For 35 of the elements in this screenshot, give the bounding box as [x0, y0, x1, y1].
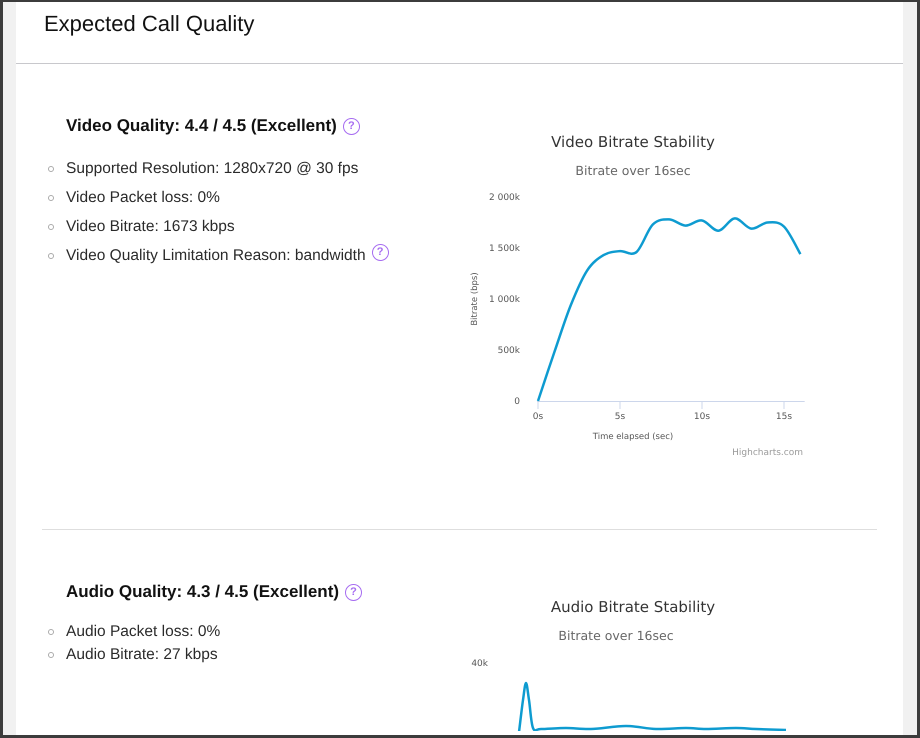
chart-title: Audio Bitrate Stability	[550, 598, 716, 616]
x-tick-label: 15s	[776, 412, 792, 422]
help-icon[interactable]: ?	[342, 118, 360, 134]
bullet-icon	[48, 628, 54, 634]
x-tick-label: 10s	[694, 412, 710, 422]
metric-text: Video Bitrate: 1673 kbps	[66, 218, 235, 236]
section-heading: Audio Quality: 4.3 / 4.5 (Excellent)	[66, 582, 340, 602]
y-tick-label: 500k	[498, 346, 520, 356]
chart-credit-link[interactable]: Highcharts.com	[732, 448, 803, 458]
help-icon[interactable]: ?	[372, 244, 389, 261]
bullet-icon	[48, 194, 54, 200]
bullet-icon	[48, 252, 54, 258]
metric-text: Audio Packet loss: 0%	[66, 622, 220, 640]
x-tick-label: 0s	[532, 412, 544, 422]
bullet-icon	[48, 652, 54, 658]
metric-text: Video Packet loss: 0%	[66, 188, 220, 206]
y-tick-label: 2 000k	[489, 193, 520, 203]
bullet-icon	[48, 166, 54, 172]
y-tick-label: 0	[514, 397, 520, 407]
help-icon[interactable]: ?	[345, 584, 362, 600]
bullet-icon	[48, 224, 54, 230]
y-tick-label: 1 500k	[489, 244, 520, 254]
y-axis-label: Bitrate (bps)	[470, 272, 480, 326]
section-heading: Video Quality: 4.4 / 4.5 (Excellent)	[66, 116, 337, 136]
metric-text: Supported Resolution: 1280x720 @ 30 fps	[66, 160, 358, 178]
y-tick-label: 1 000k	[489, 295, 520, 305]
page-title: Expected Call Quality	[44, 11, 256, 37]
metric-text: Video Quality Limitation Reason: bandwidth	[66, 246, 366, 264]
chart-subtitle: Bitrate over 16sec	[575, 163, 691, 178]
chart-subtitle: Bitrate over 16sec	[558, 628, 674, 643]
y-tick-label: 40k	[471, 659, 488, 669]
chart-title: Video Bitrate Stability	[551, 133, 715, 151]
x-tick-label: 5s	[614, 412, 626, 422]
metric-text: Audio Bitrate: 27 kbps	[66, 646, 218, 664]
x-axis-label: Time elapsed (sec)	[592, 432, 674, 442]
